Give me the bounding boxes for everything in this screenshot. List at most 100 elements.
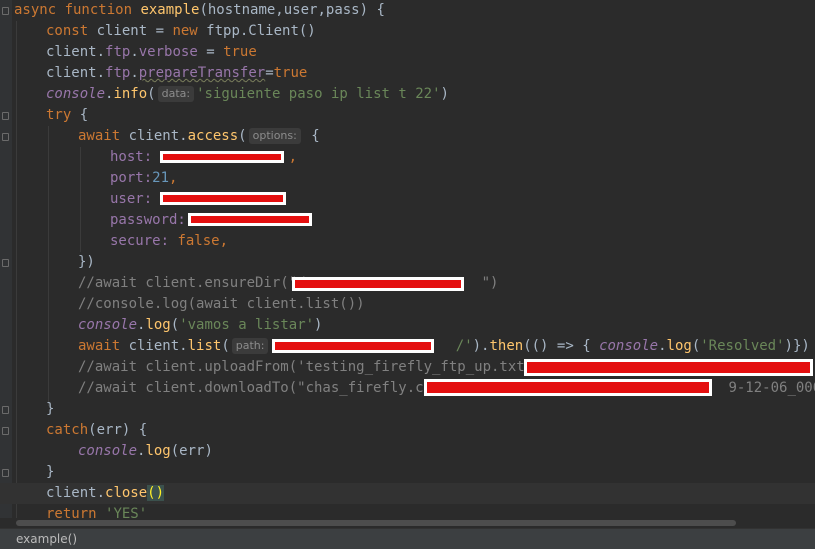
fold-marker[interactable] [2,7,9,15]
token-punc: = [265,65,274,81]
fold-marker[interactable] [2,469,9,477]
breadcrumb-function[interactable]: example() [16,532,77,546]
token-console: console [46,86,106,102]
token-punc: ( [691,338,701,354]
token-function-name: example [140,2,200,18]
horizontal-scrollbar[interactable] [0,518,815,528]
fold-marker[interactable] [2,406,9,414]
parameter-hint: path: [231,338,269,354]
token-key: port: [110,170,153,186]
token-punc: ) [314,317,323,333]
token-identifier: client. [128,338,188,354]
token-identifier: client. [46,44,106,60]
token-method: log [145,443,171,459]
token-keyword: return [46,506,106,518]
token-punc: ( [170,317,180,333]
code-editor[interactable]: async function example(hostname,user,pas… [0,0,815,518]
token-string: 'vamos a listar' [179,317,315,333]
token-punc: } [46,401,55,417]
token-console: console [78,317,138,333]
token-punc: , [288,149,298,165]
code-line-22[interactable]: console.log(err) [14,441,213,462]
token-punc: { [71,107,89,123]
redaction-bar [188,213,312,226]
token-number: 21 [152,170,170,186]
token-punc: (() => { [523,338,600,354]
matched-brace: () [147,485,165,501]
token-keyword: await [78,338,129,354]
redaction-bar [292,277,464,291]
token-identifier: client. [46,485,106,501]
code-line-9[interactable]: port:21, [14,168,177,189]
code-line-11[interactable]: password: [14,210,194,231]
code-line-20[interactable]: } [14,399,54,420]
redaction-bar [524,359,813,376]
token-keyword: const [46,23,97,39]
token-punc: ). [472,338,490,354]
code-line-2[interactable]: const client = new ftpp.Client() [14,21,316,42]
token-punc: )}) [784,338,810,354]
code-line-4[interactable]: client.ftp.prepareTransfer=true [14,63,307,84]
code-line-6[interactable]: try { [14,105,88,126]
code-line-16[interactable]: console.log('vamos a listar') [14,315,322,336]
token-key: user: [110,191,161,207]
token-keyword: new [172,23,207,39]
token-keyword: catch [46,422,89,438]
token-property: ftp [105,44,131,60]
token-punc: . [658,338,667,354]
token-property: ftp [105,65,131,81]
token-punc: (err) { [88,422,148,438]
code-line-24-current[interactable]: client.close() [0,483,815,504]
token-comment: //await client.uploadFrom('testing_firef… [78,359,551,375]
token-method: info [113,86,148,102]
code-line-12[interactable]: secure: false, [14,231,228,252]
redaction-bar [160,192,286,205]
token-console: console [78,443,138,459]
token-method: then [489,338,524,354]
token-method: close [105,485,148,501]
token-comment: //await client.downloadTo("chas_firefly.… [78,380,441,396]
token-method: log [666,338,692,354]
code-line-21[interactable]: catch(err) { [14,420,147,441]
token-keyword: async function [14,2,141,18]
parameter-hint: data: [157,86,195,102]
token-punc: ( [147,86,156,102]
scrollbar-thumb[interactable] [16,520,736,526]
token-method: access [187,128,239,144]
token-string: 'Resolved' [700,338,785,354]
parameter-hint: options: [248,128,301,144]
token-keyword: await [78,128,129,144]
token-identifier: client. [46,65,106,81]
token-key: secure: [110,233,178,249]
token-punc: (err) [170,443,213,459]
code-line-18[interactable]: //await client.uploadFrom('testing_firef… [14,357,550,378]
code-line-1[interactable]: async function example(hostname,user,pas… [14,0,385,21]
token-punc: ( [221,338,230,354]
code-line-3[interactable]: client.ftp.verbose = true [14,42,257,63]
token-property: verbose [138,44,198,60]
token-identifier: client. [128,128,188,144]
code-line-7[interactable]: await client.access(options: { [14,126,320,147]
code-line-15[interactable]: //console.log(await client.list()) [14,294,365,315]
code-line-25[interactable]: return 'YES' [14,504,147,518]
code-line-13[interactable]: }) [14,252,95,273]
token-params: (hostname,user,pass) { [199,2,385,18]
fold-marker[interactable] [2,133,9,141]
token-comment: ") [481,275,499,291]
token-string: 'siguiente paso ip list t 22' [196,86,441,102]
fold-marker[interactable] [2,427,9,435]
token-punc: ) [440,86,449,102]
token-comment: //console.log(await client.list()) [78,296,365,312]
token-punc: , [219,233,229,249]
token-punc: { [302,128,320,144]
token-punc: ( [238,128,247,144]
token-punc: } [46,464,55,480]
fold-marker[interactable] [2,259,9,267]
code-line-23[interactable]: } [14,462,54,483]
token-keyword: try [46,107,72,123]
token-property: prepareTransfer [138,65,266,81]
token-key: password: [110,212,195,228]
code-line-5[interactable]: console.info(data:'siguiente paso ip lis… [14,84,449,105]
token-method: list [187,338,222,354]
fold-marker[interactable] [2,112,9,120]
